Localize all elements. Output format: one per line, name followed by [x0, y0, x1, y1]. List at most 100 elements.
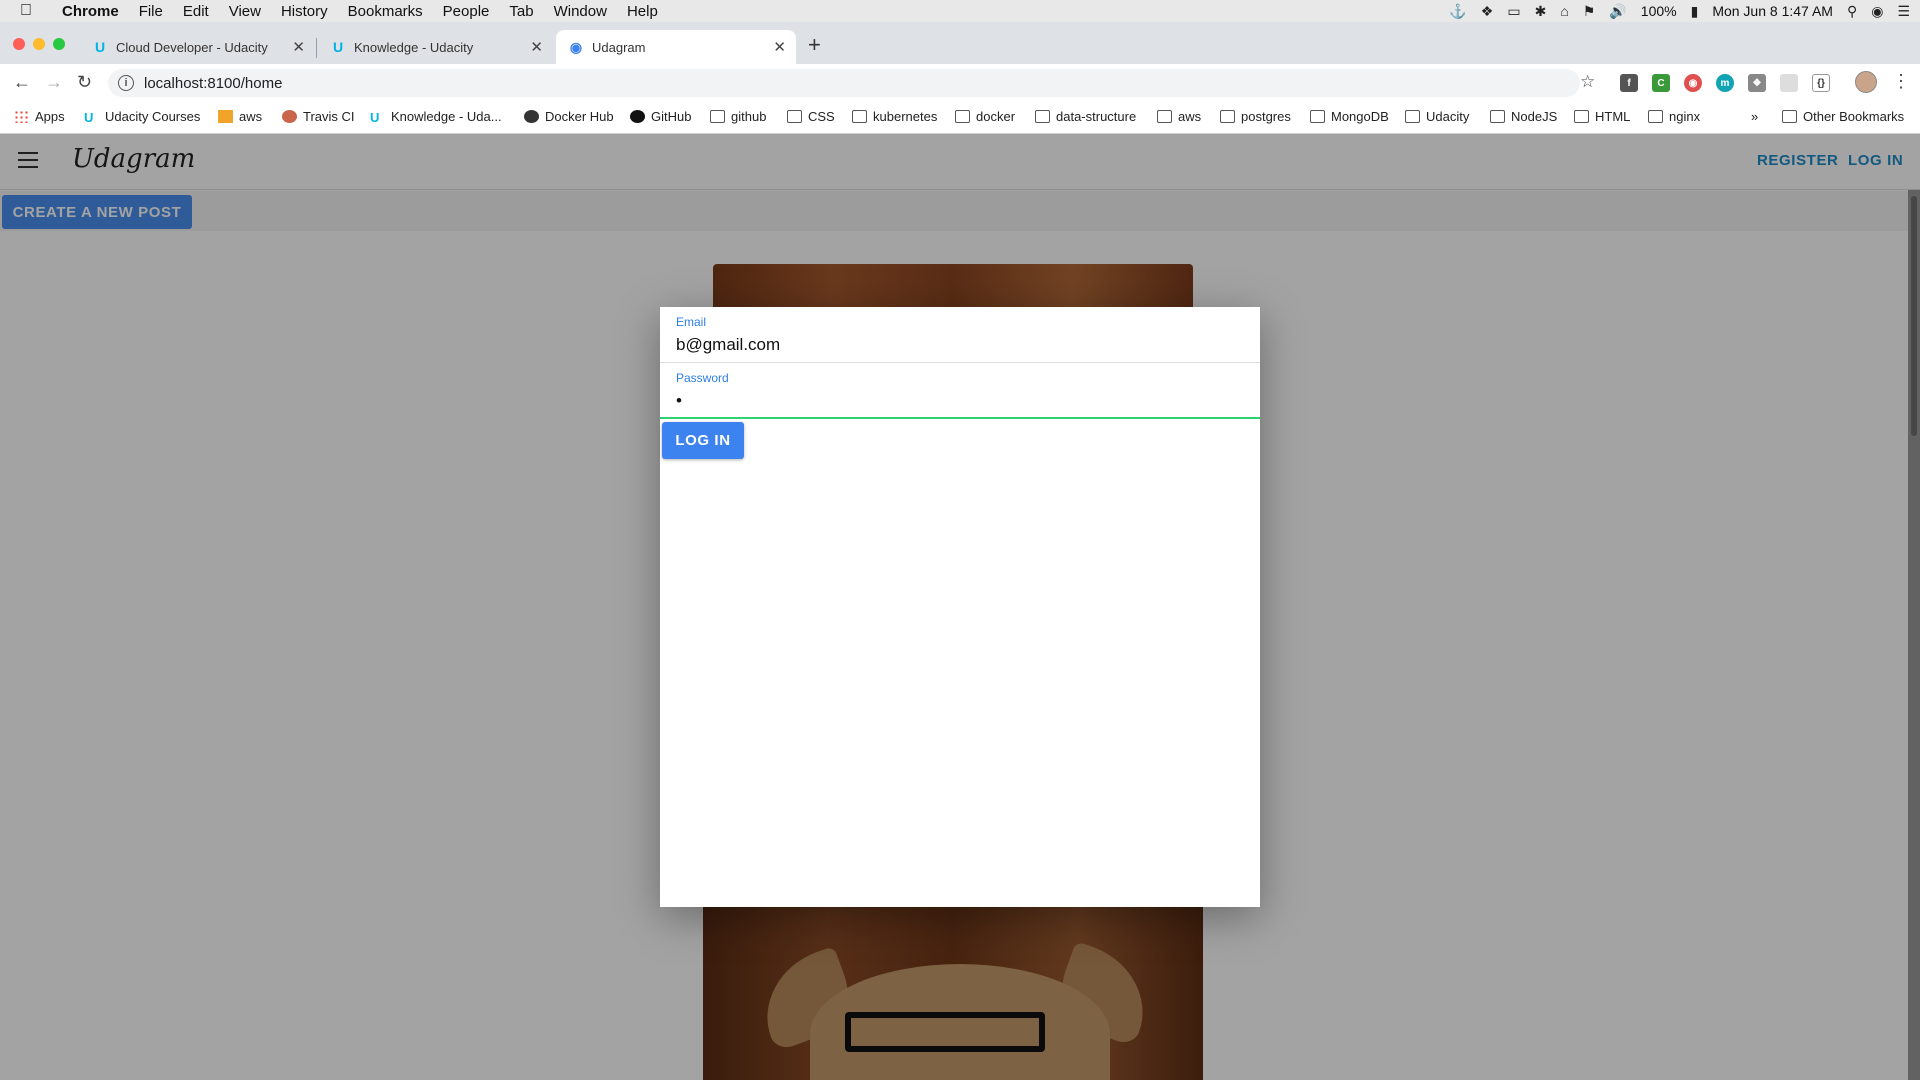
bookmark-folder-postgres[interactable]: postgres	[1220, 109, 1291, 124]
folder-icon	[710, 110, 725, 123]
address-bar[interactable]: i localhost:8100/home	[108, 69, 1580, 97]
bookmark-folder-mongodb[interactable]: MongoDB	[1310, 109, 1389, 124]
folder-icon	[1490, 110, 1505, 123]
password-field[interactable]: Password •	[660, 363, 1260, 419]
bookmark-folder-github[interactable]: github	[710, 109, 766, 124]
back-button[interactable]: ←	[13, 72, 31, 93]
menu-app-name[interactable]: Chrome	[52, 3, 129, 20]
airplay-icon[interactable]: ▭	[1507, 3, 1520, 20]
menu-edit[interactable]: Edit	[173, 3, 219, 20]
site-info-icon[interactable]: i	[118, 75, 134, 91]
facebook-extension-icon[interactable]: f	[1620, 74, 1638, 92]
menu-help[interactable]: Help	[617, 3, 668, 20]
bookmark-aws[interactable]: aws	[218, 109, 262, 124]
bookmark-other-bookmarks[interactable]: Other Bookmarks	[1782, 109, 1904, 124]
email-field[interactable]: Email	[660, 307, 1260, 363]
email-label: Email	[676, 315, 707, 329]
volume-icon[interactable]: 🔊	[1609, 3, 1626, 20]
page-content: Udagram REGISTER LOG IN CREATE A NEW POS…	[0, 134, 1920, 1080]
folder-icon	[1157, 110, 1172, 123]
bookmark-folder-docker[interactable]: docker	[955, 109, 1015, 124]
travis-icon	[282, 110, 297, 123]
password-input[interactable]: •	[676, 391, 1236, 411]
battery-percent[interactable]: 100%	[1641, 3, 1677, 19]
udacity-icon: U	[370, 110, 380, 125]
udacity-icon: U	[332, 39, 344, 55]
menu-people[interactable]: People	[433, 3, 500, 20]
minimize-window-button[interactable]	[33, 38, 45, 50]
folder-icon	[852, 110, 867, 123]
apps-grid-icon	[14, 110, 29, 123]
bookmark-folder-kubernetes[interactable]: kubernetes	[852, 109, 937, 124]
shield-extension-icon[interactable]: ◉	[1684, 74, 1702, 92]
zoom-window-button[interactable]	[53, 38, 65, 50]
close-tab-icon[interactable]: ✕	[292, 38, 305, 56]
udacity-icon: U	[94, 39, 106, 55]
macos-menu-bar:  Chrome File Edit View History Bookmark…	[0, 0, 1920, 22]
folder-icon	[1574, 110, 1589, 123]
spotlight-search-icon[interactable]: ⚲	[1847, 3, 1857, 20]
json-extension-icon[interactable]: {}	[1812, 74, 1830, 92]
bookmark-knowledge[interactable]: U Knowledge - Uda...	[370, 109, 502, 125]
siri-icon[interactable]: ◉	[1871, 3, 1883, 20]
login-modal: Email Password • LOG IN	[660, 307, 1260, 907]
ionic-icon: ◉	[569, 38, 583, 55]
forward-button[interactable]: →	[45, 72, 63, 93]
bookmark-docker-hub[interactable]: Docker Hub	[524, 109, 614, 124]
dropbox-extension-icon[interactable]: ❖	[1748, 74, 1766, 92]
bookmark-folder-html[interactable]: HTML	[1574, 109, 1630, 124]
close-tab-icon[interactable]: ✕	[530, 38, 543, 56]
login-button[interactable]: LOG IN	[662, 422, 744, 459]
menu-view[interactable]: View	[219, 3, 271, 20]
bookmark-folder-nginx[interactable]: nginx	[1648, 109, 1700, 124]
browser-tab-bar: U Cloud Developer - Udacity ✕ U Knowledg…	[0, 22, 1920, 64]
bookmark-folder-aws[interactable]: aws	[1157, 109, 1201, 124]
tab-cloud-developer[interactable]: U Cloud Developer - Udacity ✕	[80, 30, 315, 64]
close-window-button[interactable]	[13, 38, 25, 50]
docker-icon	[524, 110, 539, 123]
menu-window[interactable]: Window	[544, 3, 617, 20]
tab-title: Knowledge - Udacity	[354, 39, 474, 55]
bookmark-folder-nodejs[interactable]: NodeJS	[1490, 109, 1557, 124]
folder-icon	[1035, 110, 1050, 123]
profile-avatar[interactable]	[1855, 71, 1877, 93]
notification-center-icon[interactable]: ☰	[1897, 3, 1910, 20]
bookmark-apps[interactable]: Apps	[14, 109, 65, 124]
bookmark-star-icon[interactable]: ☆	[1580, 72, 1595, 92]
chrome-menu-icon[interactable]: ⋮	[1892, 71, 1910, 92]
bookmark-travis-ci[interactable]: Travis CI	[282, 109, 355, 124]
close-tab-icon[interactable]: ✕	[773, 38, 786, 56]
bookmark-folder-data-structure[interactable]: data-structure	[1035, 109, 1136, 124]
menu-bookmarks[interactable]: Bookmarks	[338, 3, 433, 20]
reload-button[interactable]: ↻	[77, 72, 92, 93]
tab-title: Udagram	[592, 39, 646, 55]
new-tab-button[interactable]: +	[808, 32, 821, 58]
clock[interactable]: Mon Jun 8 1:47 AM	[1712, 3, 1833, 19]
bookmark-udacity-courses[interactable]: U Udacity Courses	[84, 109, 200, 125]
password-label: Password	[676, 371, 729, 385]
menu-tab[interactable]: Tab	[499, 3, 543, 20]
tab-udagram[interactable]: ◉ Udagram ✕	[556, 30, 796, 64]
bookmarks-bar: Apps U Udacity Courses aws Travis CI U Kno…	[0, 102, 1920, 134]
menu-file[interactable]: File	[129, 3, 173, 20]
apple-icon[interactable]: 	[0, 2, 52, 20]
bookmarks-overflow-button[interactable]: »	[1751, 109, 1758, 124]
blank-extension-icon[interactable]	[1780, 74, 1798, 92]
bookmark-github[interactable]: GitHub	[630, 109, 691, 124]
docker-tray-icon[interactable]: ⚓	[1449, 3, 1466, 20]
folder-icon	[1220, 110, 1235, 123]
flag-icon[interactable]: ⚑	[1583, 3, 1596, 20]
menu-history[interactable]: History	[271, 3, 338, 20]
dropbox-tray-icon[interactable]: ❖	[1481, 3, 1494, 20]
bluetooth-icon[interactable]: ✱	[1535, 3, 1547, 20]
tab-title: Cloud Developer - Udacity	[116, 39, 268, 55]
folder-icon	[1405, 110, 1420, 123]
bookmark-folder-css[interactable]: CSS	[787, 109, 835, 124]
bookmark-folder-udacity[interactable]: Udacity	[1405, 109, 1469, 124]
wifi-icon[interactable]: ⌂	[1560, 3, 1568, 19]
github-icon	[630, 110, 645, 123]
m-extension-icon[interactable]: m	[1716, 74, 1734, 92]
cors-extension-icon[interactable]: C	[1652, 74, 1670, 92]
tab-knowledge[interactable]: U Knowledge - Udacity ✕	[318, 30, 553, 64]
email-input[interactable]	[676, 335, 1236, 355]
